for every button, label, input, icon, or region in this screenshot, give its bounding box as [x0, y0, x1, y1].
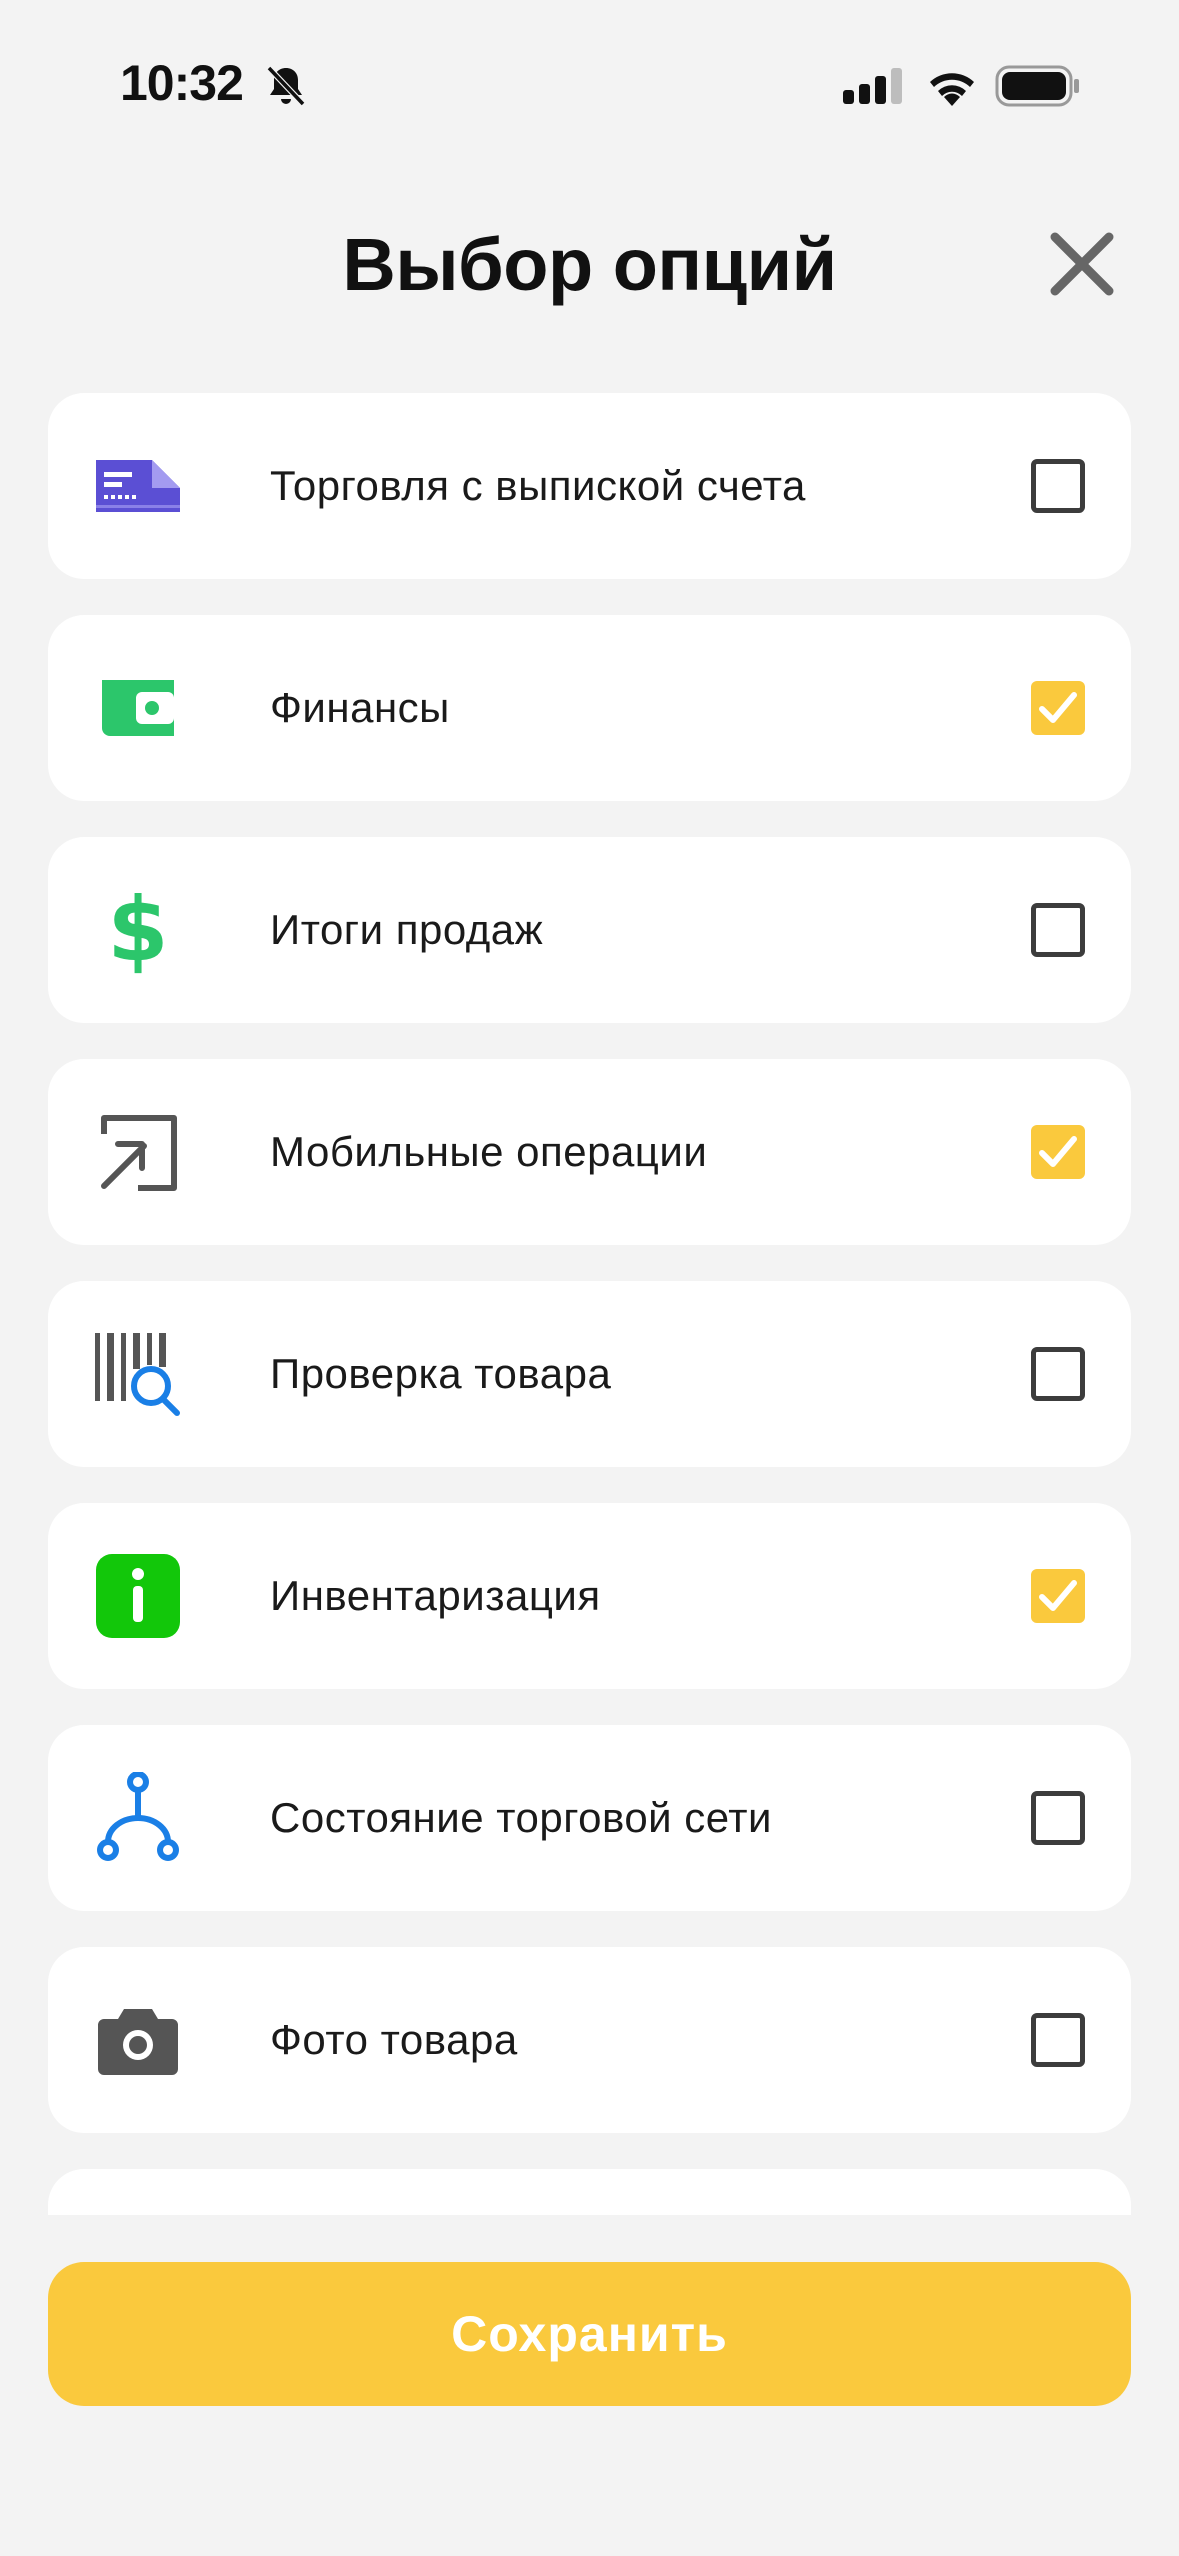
- status-time: 10:32: [120, 55, 244, 111]
- page-title: Выбор опций: [342, 223, 837, 306]
- save-button[interactable]: Сохранить: [48, 2262, 1131, 2406]
- option-label: Итоги продаж: [270, 906, 544, 953]
- status-bar: 10:32: [0, 0, 1179, 150]
- wallet-icon: [93, 668, 183, 748]
- signal-icon: [843, 68, 902, 104]
- close-button[interactable]: [1040, 222, 1124, 306]
- check-icon: [1039, 692, 1077, 723]
- option-row[interactable]: $ Итоги продаж: [48, 837, 1131, 1023]
- dollar-icon: $: [107, 878, 169, 981]
- option-checkbox[interactable]: [1031, 1125, 1085, 1179]
- barcode-search-icon: [93, 1333, 183, 1416]
- option-row[interactable]: Инвентаризация: [48, 1503, 1131, 1689]
- option-label: Состояние торговой сети: [270, 1794, 772, 1841]
- option-checkbox[interactable]: [1031, 459, 1085, 513]
- option-label: Финансы: [270, 684, 450, 731]
- check-icon: [1039, 1136, 1077, 1167]
- invoice-card-icon: [93, 446, 183, 526]
- check-icon: [1039, 1580, 1077, 1611]
- info-icon: [93, 1554, 183, 1638]
- option-label: Фото товара: [270, 2016, 518, 2063]
- option-label: Проверка товара: [270, 1350, 612, 1397]
- close-icon: [1050, 232, 1114, 296]
- option-checkbox[interactable]: [1031, 903, 1085, 957]
- camera-icon: [93, 2000, 183, 2080]
- option-row[interactable]: Фото товара: [48, 1947, 1131, 2133]
- option-row[interactable]: Финансы: [48, 615, 1131, 801]
- option-checkbox[interactable]: [1031, 681, 1085, 735]
- bell-off-icon: [266, 65, 306, 107]
- option-checkbox[interactable]: [1031, 1347, 1085, 1401]
- option-row[interactable]: Проверка товара: [48, 1281, 1131, 1467]
- arrow-in-box-icon: [93, 1112, 183, 1192]
- options-list[interactable]: Торговля с выпиской счета Финансы $ Итог…: [48, 393, 1131, 2215]
- battery-icon: [995, 65, 1079, 107]
- option-checkbox[interactable]: [1031, 1569, 1085, 1623]
- network-icon: [93, 1772, 183, 1861]
- option-row[interactable]: Состояние торговой сети: [48, 1725, 1131, 1911]
- option-row[interactable]: Мобильные операции: [48, 1059, 1131, 1245]
- option-label: Торговля с выпиской счета: [270, 462, 806, 509]
- option-label: Мобильные операции: [270, 1128, 708, 1175]
- option-checkbox[interactable]: [1031, 2013, 1085, 2067]
- option-row-partial[interactable]: [48, 2169, 1131, 2215]
- option-row[interactable]: Торговля с выпиской счета: [48, 393, 1131, 579]
- wifi-icon: [930, 73, 974, 106]
- option-checkbox[interactable]: [1031, 1791, 1085, 1845]
- option-label: Инвентаризация: [270, 1572, 601, 1619]
